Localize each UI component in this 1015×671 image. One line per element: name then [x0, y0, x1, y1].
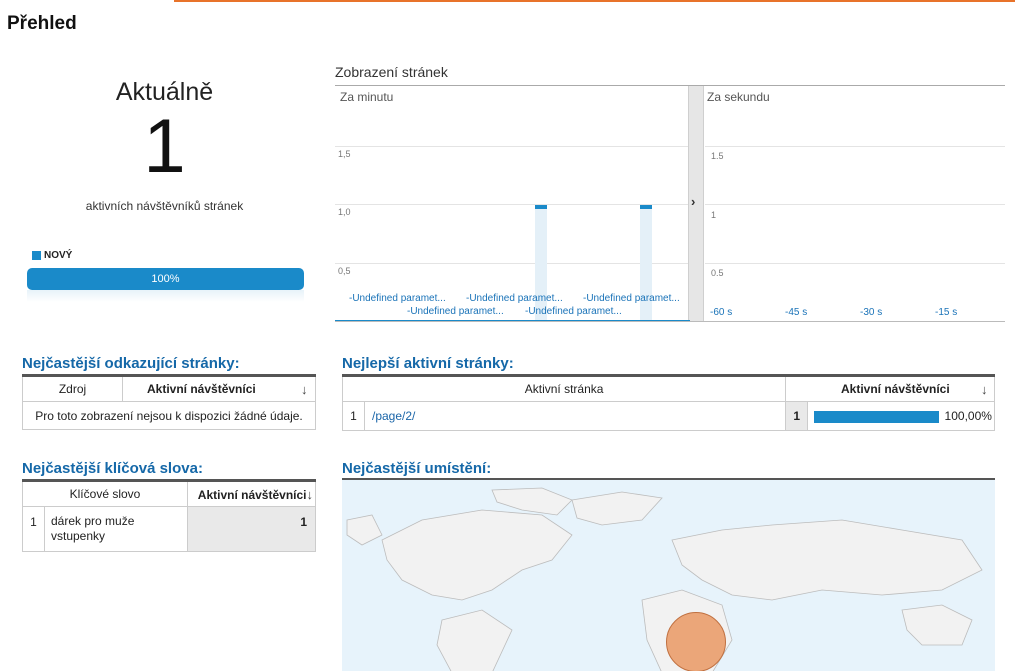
row-percent-cell: 100,00% — [807, 401, 995, 431]
table-row: 1 /page/2/ 1 100,00% — [342, 401, 995, 431]
col-active-page[interactable]: Aktivní stránka — [341, 375, 787, 402]
arrow-down-icon: ↓ — [306, 486, 314, 502]
second-ytick: 1 — [711, 210, 717, 220]
bar-reflection — [27, 290, 304, 302]
second-xtick: -45 s — [785, 307, 808, 318]
minute-xtick: -Undefined paramet... — [349, 293, 446, 304]
world-map[interactable] — [342, 478, 995, 671]
minute-gridline — [335, 146, 688, 147]
sort-toggle[interactable]: ↓ — [293, 375, 316, 402]
per-minute-label: Za minutu — [340, 90, 394, 104]
chart-bottom-border — [335, 321, 1005, 322]
active-visitor-count: 1 — [143, 104, 186, 189]
second-xtick: -30 s — [860, 307, 883, 318]
minute-ytick: 1,0 — [338, 207, 351, 217]
minute-gridline — [335, 263, 688, 264]
page-link[interactable]: /page/2/ — [363, 401, 787, 431]
col-source[interactable]: Zdroj — [22, 375, 123, 402]
top-pages-table: Aktivní stránka Aktivní návštěvníci ↓ 1 … — [341, 374, 995, 431]
pageviews-chart: Za minutu Za sekundu 1,5 1,0 0,5 1.5 1 0… — [335, 85, 1005, 322]
row-keyword: dárek pro muže vstupenky — [44, 506, 188, 552]
row-rank: 1 — [22, 506, 45, 552]
referrals-table: Zdroj Aktivní návštěvníci ↓ Pro toto zob… — [22, 374, 316, 430]
col-active-visitors-label: Aktivní návštěvníci — [147, 382, 256, 396]
minute-ytick: 1,5 — [338, 149, 351, 159]
chevron-right-icon[interactable]: › — [691, 194, 695, 209]
arrow-down-icon: ↓ — [301, 381, 308, 397]
second-ytick: 1.5 — [711, 151, 724, 161]
col-active-visitors-label: Aktivní návštěvníci — [840, 382, 950, 396]
pageviews-chart-title: Zobrazení stránek — [335, 64, 448, 80]
minute-xtick: -Undefined paramet... — [525, 306, 622, 317]
percent-bar — [814, 410, 940, 423]
row-visitors: 1 — [785, 401, 809, 431]
pageview-bar-cap — [640, 204, 652, 209]
new-visitors-bar: 100% — [27, 268, 304, 290]
active-visitor-caption: aktivních návštěvníků stránek — [85, 199, 244, 213]
page-title: Přehled — [7, 13, 77, 34]
legend-swatch — [32, 251, 41, 260]
page-link-text: /page/2/ — [372, 409, 416, 423]
keywords-table: Klíčové slovo Aktivní návštěvníci↓ 1 dár… — [22, 479, 316, 552]
top-pages-title: Nejlepší aktivní stránky: — [342, 355, 514, 372]
pageview-bar-cap — [534, 204, 547, 209]
row-rank: 1 — [342, 401, 365, 431]
legend-label: NOVÝ — [44, 250, 73, 261]
table-row: 1 dárek pro muže vstupenky 1 — [22, 506, 316, 552]
second-gridline — [705, 263, 1005, 264]
col-active-visitors[interactable]: Aktivní návštěvníci — [785, 375, 975, 402]
per-second-label: Za sekundu — [707, 90, 770, 104]
minute-xtick: -Undefined paramet... — [583, 293, 680, 304]
second-gridline — [705, 204, 1005, 205]
location-bubble[interactable] — [666, 612, 726, 671]
top-accent-line — [174, 0, 1015, 2]
col-active-visitors[interactable]: Aktivní návštěvníci — [122, 375, 294, 402]
pageview-bar — [534, 204, 547, 322]
row-visitors: 1 — [187, 506, 316, 552]
minute-xtick: -Undefined paramet... — [407, 306, 504, 317]
keywords-title: Nejčastější klíčová slova: — [22, 460, 203, 477]
col-keyword[interactable]: Klíčové slovo — [22, 480, 188, 507]
col-active-visitors-label: Aktivní návštěvníci — [197, 487, 307, 502]
realtime-panel: Aktuálně 1 aktivních návštěvníků stránek — [22, 78, 307, 213]
referrals-title: Nejčastější odkazující stránky: — [22, 355, 240, 372]
col-active-visitors[interactable]: Aktivní návštěvníci↓ — [187, 480, 316, 507]
locations-title: Nejčastější umístění: — [342, 460, 492, 477]
minute-ytick: 0,5 — [338, 266, 351, 276]
row-percent: 100,00% — [944, 409, 992, 423]
second-ytick: 0.5 — [711, 268, 724, 278]
pageview-bar — [640, 204, 652, 322]
second-gridline — [705, 146, 1005, 147]
no-data-message: Pro toto zobrazení nejsou k dispozici žá… — [22, 401, 316, 430]
minute-gridline — [335, 204, 688, 205]
second-xtick: -15 s — [935, 307, 958, 318]
visitor-type-legend: NOVÝ — [32, 250, 72, 261]
minute-xtick: -Undefined paramet... — [466, 293, 563, 304]
realtime-heading: Aktuálně — [115, 78, 214, 106]
second-xtick: -60 s — [710, 307, 733, 318]
sort-toggle[interactable]: ↓ — [974, 375, 995, 402]
arrow-down-icon: ↓ — [981, 381, 988, 397]
